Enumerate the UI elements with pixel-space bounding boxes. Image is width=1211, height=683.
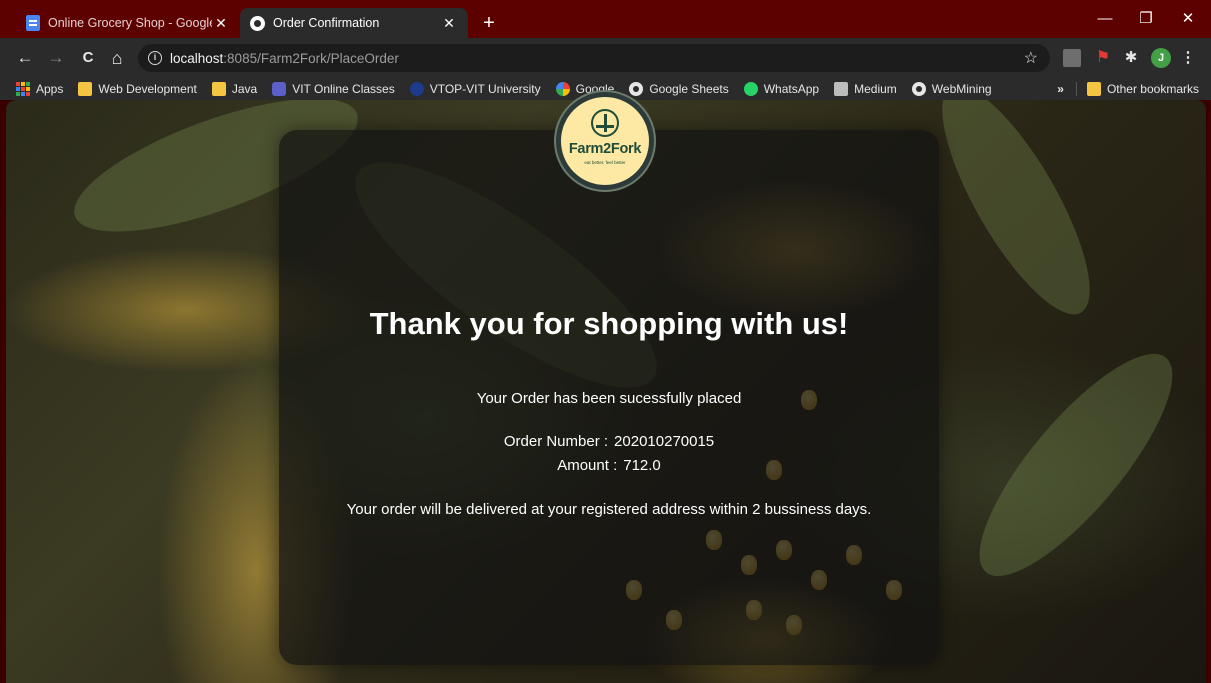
bookmark-label: WebMining [931,82,992,96]
reload-button[interactable]: C [77,47,99,69]
medium-icon [834,82,849,96]
google-icon [555,82,570,96]
bookmark-vtop-vit-university[interactable]: VTOP-VIT University [409,82,541,96]
browser-menu-icon[interactable]: ⋮ [1180,48,1196,68]
order-number-row: Order Number : 202010270015 [279,433,939,450]
bookmark-label: Google Sheets [649,82,729,96]
bookmarks-overflow: » Other bookmarks [1057,78,1199,100]
bookmark-label: VIT Online Classes [292,82,395,96]
farm2fork-logo: Farm2Fork eat better, feel better [556,92,654,190]
profile-avatar[interactable]: J [1151,48,1171,68]
close-window-button[interactable]: ✕ [1173,8,1203,30]
tab-online-grocery-shop[interactable]: Online Grocery Shop - Google D ✕ [16,8,240,38]
bookmark-apps[interactable]: Apps [16,82,63,96]
wheat-emblem-icon [591,109,619,137]
logo-text: Farm2Fork [568,141,642,157]
bookmark-label: VTOP-VIT University [429,82,541,96]
url-host: localhost [170,50,224,66]
folder-icon [78,82,93,96]
extensions-puzzle-icon[interactable]: ✱ [1122,49,1140,67]
bookmarks-separator [1075,82,1077,96]
bookmark-java[interactable]: Java [211,82,258,96]
flag-extension-icon[interactable]: ⚑ [1094,49,1112,67]
globe-icon [629,82,644,96]
amount-value: 712.0 [623,457,661,474]
bookmark-star-icon[interactable]: ☆ [1024,48,1038,68]
apps-icon [16,82,30,96]
logo-tagline: eat better, feel better [584,160,626,165]
folder-icon [1086,82,1101,96]
globe-icon [250,15,265,31]
forward-button[interactable]: → [45,47,67,69]
amount-row: Amount : 712.0 [279,457,939,474]
bookmark-web-development[interactable]: Web Development [78,82,197,96]
order-status-message: Your Order has been sucessfully placed [476,390,742,407]
tab-order-confirmation[interactable]: Order Confirmation ✕ [240,8,468,38]
amount-label: Amount : [557,457,618,474]
folder-icon [211,82,226,96]
new-tab-button[interactable]: + [478,12,500,34]
order-number-value: 202010270015 [614,433,715,450]
bookmark-medium[interactable]: Medium [834,82,897,96]
close-tab-icon[interactable]: ✕ [212,15,230,32]
tab-title: Online Grocery Shop - Google D [48,16,212,30]
url-path: :8085/Farm2Fork/PlaceOrder [223,50,399,66]
order-number-label: Order Number : [503,433,609,450]
bookmark-google-sheets[interactable]: Google Sheets [629,82,729,96]
close-tab-icon[interactable]: ✕ [440,15,458,32]
bookmark-label: WhatsApp [763,82,820,96]
minimize-button[interactable]: — [1090,8,1120,30]
extension-icon[interactable] [1063,49,1081,67]
bookmark-vit-online-classes[interactable]: VIT Online Classes [272,82,395,96]
home-button[interactable]: ⌂ [106,47,128,69]
info-icon[interactable]: i [148,51,162,65]
tab-title: Order Confirmation [273,16,380,30]
page-title: Thank you for shopping with us! [369,306,849,341]
delivery-note: Your order will be delivered at your reg… [346,501,872,518]
bookmark-label: Web Development [98,82,197,96]
bookmark-label: Other bookmarks [1106,82,1199,96]
bookmark-label: Medium [854,82,897,96]
globe-icon [911,82,926,96]
bookmark-webmining[interactable]: WebMining [911,82,992,96]
corn-leaf [951,328,1201,602]
restore-button[interactable]: ❐ [1131,8,1161,30]
bookmark-label: Apps [36,82,64,96]
address-bar[interactable]: i localhost :8085/Farm2Fork/PlaceOrder ☆ [138,44,1050,72]
bookmark-label: Java [231,82,258,96]
tab-strip: Online Grocery Shop - Google D ✕ Order C… [0,0,1211,38]
bookmarks-overflow-button[interactable]: » [1057,82,1064,96]
bookmark-other-bookmarks[interactable]: Other bookmarks [1086,82,1199,96]
google-docs-icon [26,15,40,31]
teams-icon [272,82,287,96]
whatsapp-icon [743,82,758,96]
browser-toolbar: ← → C ⌂ i localhost :8085/Farm2Fork/Plac… [0,38,1211,78]
bookmark-whatsapp[interactable]: WhatsApp [743,82,820,96]
corn-leaf [916,100,1116,333]
vtop-icon [409,82,424,96]
back-button[interactable]: ← [14,47,36,69]
